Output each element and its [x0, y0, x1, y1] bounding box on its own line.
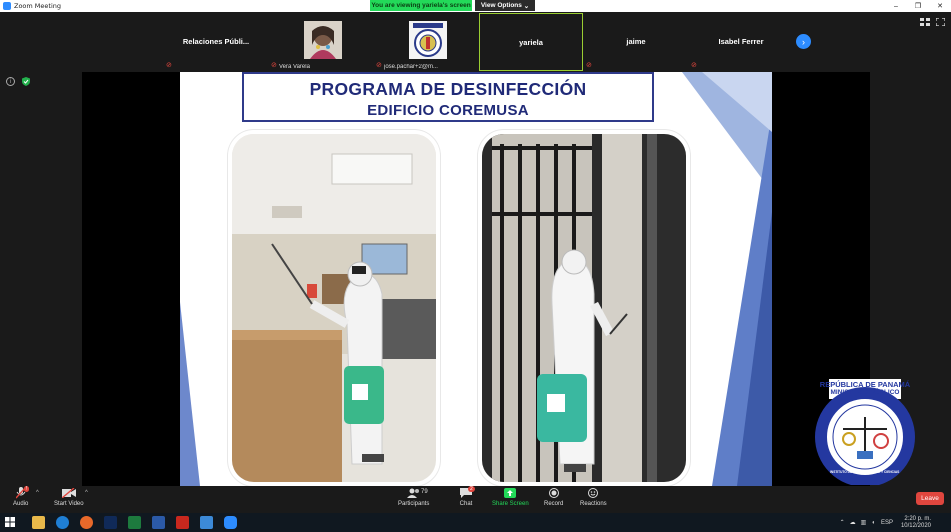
muted-mic-icon: ⊘: [376, 62, 382, 69]
participant-tile[interactable]: ⊘ jose.pachar+2@m...: [374, 13, 478, 71]
leave-button[interactable]: Leave: [916, 492, 944, 505]
meeting-toolbar: Audio ! ^ Start Video ^ Participants 79 …: [0, 486, 951, 513]
video-options-caret-icon[interactable]: ^: [85, 490, 88, 496]
file-explorer-icon[interactable]: [32, 516, 45, 529]
viewing-screen-banner: You are viewing yariela's screen: [370, 0, 472, 11]
video-off-icon: [61, 487, 76, 499]
participant-tile[interactable]: ⊘ Vera Varela: [269, 13, 373, 71]
windows-taskbar: ⌃ ☁ ▥ ◖ ESP 2:20 p. m. 10/12/2020: [0, 513, 951, 532]
photos-icon[interactable]: [200, 516, 213, 529]
zoom-app-icon: [3, 2, 11, 10]
volume-icon[interactable]: ◖: [871, 520, 875, 526]
clock-date: 10/12/2020: [900, 522, 931, 529]
window-controls: – ❐ ✕: [885, 0, 951, 12]
share-screen-button[interactable]: Share Screen: [492, 487, 529, 507]
view-options-label: View Options: [480, 2, 522, 9]
reactions-button[interactable]: Reactions: [580, 487, 607, 507]
logo-top-line2: MINISTERIO PÚBLICO: [830, 389, 900, 396]
cloud-icon[interactable]: ☁: [850, 519, 856, 526]
word-icon[interactable]: [152, 516, 165, 529]
photoshop-icon[interactable]: [104, 516, 117, 529]
reactions-label: Reactions: [580, 501, 607, 507]
slide-subtitle: EDIFICIO COREMUSA: [367, 102, 529, 119]
muted-mic-icon: ⊘: [586, 62, 592, 69]
logo-top-line1: REPÚBLICA DE PANAMÁ: [819, 380, 911, 389]
shared-slide: PROGRAMA DE DESINFECCIÓN EDIFICIO COREMU…: [180, 72, 772, 486]
start-video-label: Start Video: [54, 501, 84, 507]
participant-photo: [409, 21, 447, 59]
record-icon: [547, 487, 561, 499]
muted-mic-icon: ⊘: [166, 62, 172, 69]
zoom-meeting-window: Zoom Meeting You are viewing yariela's s…: [0, 0, 951, 532]
chat-label: Chat: [459, 501, 473, 507]
system-tray: ⌃ ☁ ▥ ◖ ESP 2:20 p. m. 10/12/2020: [835, 513, 951, 532]
share-screen-label: Share Screen: [492, 501, 529, 507]
input-language[interactable]: ESP: [881, 520, 893, 526]
disinfection-photo-office: [232, 134, 436, 482]
participant-name: Relaciones Públi...: [182, 37, 250, 46]
participant-tile[interactable]: jaime ⊘: [584, 13, 688, 71]
participant-strip: Relaciones Públi... ⊘ ⊘ Vera Varela ⊘ jo…: [164, 13, 794, 71]
slide-title-box: PROGRAMA DE DESINFECCIÓN EDIFICIO COREMU…: [242, 72, 654, 122]
participants-count: 79: [421, 489, 428, 495]
app-title: Zoom Meeting: [14, 2, 62, 10]
meeting-info-icon[interactable]: i: [6, 77, 15, 86]
photo-gate-disinfection: [478, 130, 690, 486]
minimize-button[interactable]: –: [885, 0, 907, 12]
participant-label: jose.pachar+2@m...: [384, 64, 438, 70]
maximize-button[interactable]: ❐: [907, 0, 929, 12]
participants-label: Participants: [398, 501, 430, 507]
slide-title: PROGRAMA DE DESINFECCIÓN: [309, 79, 587, 99]
network-icon[interactable]: ▥: [861, 519, 867, 526]
participant-tile-active-speaker[interactable]: yariela: [479, 13, 583, 71]
edge-browser-icon[interactable]: [56, 516, 69, 529]
gallery-view-icon[interactable]: [920, 18, 930, 26]
photo-office-disinfection: [228, 130, 440, 486]
participant-photo: [304, 21, 342, 59]
muted-mic-icon: ⊘: [691, 62, 697, 69]
record-button[interactable]: Record: [544, 487, 563, 507]
acrobat-icon[interactable]: [176, 516, 189, 529]
participant-name: jaime: [626, 37, 646, 46]
reactions-icon: [586, 487, 600, 499]
chat-unread-badge: 2: [468, 486, 475, 492]
muted-mic-icon: ⊘: [271, 62, 277, 69]
participant-label: Vera Varela: [279, 64, 310, 70]
logo-ring-text: INSTITUTO DE MEDICINA LEGAL Y CIENCIAS F…: [830, 470, 900, 474]
encryption-shield-icon[interactable]: [22, 77, 30, 86]
next-page-arrow-icon[interactable]: ›: [796, 34, 811, 49]
participant-name: Isabel Ferrer: [718, 37, 764, 46]
record-label: Record: [544, 501, 564, 507]
audio-options-caret-icon[interactable]: ^: [36, 490, 39, 496]
chevron-down-icon: ⌄: [521, 2, 530, 10]
participant-name: yariela: [519, 38, 543, 47]
zoom-taskbar-icon[interactable]: [224, 516, 237, 529]
view-options-button[interactable]: View Options ⌄: [475, 0, 535, 11]
audio-label: Audio: [13, 501, 29, 507]
chevron-up-icon[interactable]: ⌃: [840, 519, 845, 526]
participant-tile[interactable]: Relaciones Públi... ⊘: [164, 13, 268, 71]
start-video-button[interactable]: Start Video: [54, 487, 84, 507]
system-clock[interactable]: 2:20 p. m. 10/12/2020: [901, 516, 931, 530]
participant-tile[interactable]: Isabel Ferrer ⊘: [689, 13, 793, 71]
fullscreen-icon[interactable]: [936, 18, 945, 26]
clock-time: 2:20 p. m.: [904, 515, 931, 522]
firefox-icon[interactable]: [80, 516, 93, 529]
windows-start-icon[interactable]: [5, 517, 15, 527]
audio-alert-badge: !: [24, 486, 30, 492]
participants-icon: [406, 487, 421, 499]
excel-icon[interactable]: [128, 516, 141, 529]
share-screen-icon: [503, 487, 517, 499]
disinfection-photo-gate: [482, 134, 686, 482]
close-button[interactable]: ✕: [929, 0, 951, 12]
